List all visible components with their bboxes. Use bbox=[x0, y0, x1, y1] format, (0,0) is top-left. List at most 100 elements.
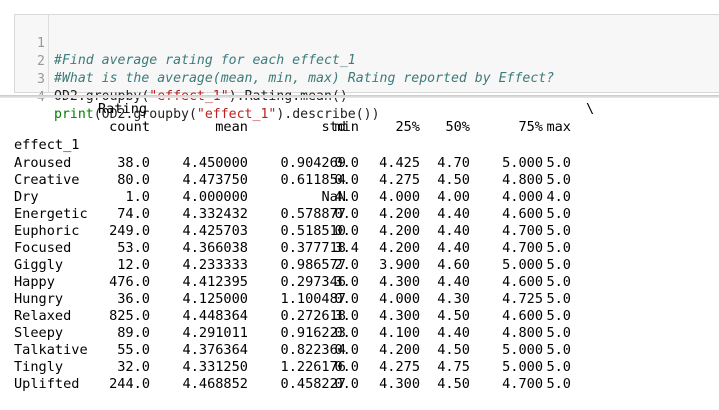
table-cell: 5.0 bbox=[546, 359, 571, 375]
table-cell: 4.300 bbox=[379, 274, 420, 290]
code-builtin: print bbox=[54, 107, 94, 122]
table-cell: 4.40 bbox=[437, 206, 470, 222]
table-cell: 4.0 bbox=[546, 189, 571, 205]
table-cell: 32.0 bbox=[117, 359, 150, 375]
table-cell: 4.300 bbox=[379, 308, 420, 324]
code-line: 1 #Find average rating for each effect_1 bbox=[15, 18, 356, 68]
column-header: 75% bbox=[518, 119, 543, 135]
table-cell: 5.0 bbox=[546, 240, 571, 256]
table-cell: 4.00 bbox=[437, 189, 470, 205]
table-cell: 4.700 bbox=[502, 223, 543, 239]
row-label: Creative bbox=[14, 172, 80, 188]
table-cell: 4.200 bbox=[379, 240, 420, 256]
row-label: Giggly bbox=[14, 257, 64, 273]
table-cell: 4.600 bbox=[502, 308, 543, 324]
table-cell: 4.50 bbox=[437, 172, 470, 188]
column-header: 50% bbox=[445, 119, 470, 135]
gutter-divider bbox=[48, 15, 49, 92]
table-cell: 4.376364 bbox=[182, 342, 248, 358]
output-index-name: effect_1 bbox=[14, 137, 79, 154]
table-cell: 5.0 bbox=[546, 376, 571, 392]
code-line: 2 #What is the average(mean, min, max) R… bbox=[15, 36, 554, 86]
table-cell: 5.0 bbox=[546, 308, 571, 324]
table-cell: 2.0 bbox=[334, 257, 359, 273]
table-cell: 0.0 bbox=[334, 206, 359, 222]
table-cell: 4.425 bbox=[379, 155, 420, 171]
column-header: count bbox=[109, 119, 150, 135]
table-cell: 4.125000 bbox=[182, 291, 248, 307]
table-cell: 36.0 bbox=[117, 291, 150, 307]
column-header: 25% bbox=[395, 119, 420, 135]
table-cell: 4.291011 bbox=[182, 325, 248, 341]
table-cell: 0.0 bbox=[334, 223, 359, 239]
row-label: Talkative bbox=[14, 342, 88, 358]
code-comment: #What is the average(mean, min, max) Rat… bbox=[54, 71, 555, 86]
row-label: Aroused bbox=[14, 155, 72, 171]
table-cell: 3.0 bbox=[334, 274, 359, 290]
table-cell: 55.0 bbox=[117, 342, 150, 358]
row-label: Sleepy bbox=[14, 325, 64, 341]
table-cell: 4.800 bbox=[502, 325, 543, 341]
row-label: Tingly bbox=[14, 359, 64, 375]
code-line: 3 OD2.groupby("effect_1").Rating.mean() bbox=[15, 54, 348, 104]
table-cell: 0.0 bbox=[334, 359, 359, 375]
table-cell: 4.331250 bbox=[182, 359, 248, 375]
table-cell: 4.40 bbox=[437, 274, 470, 290]
table-cell: 825.0 bbox=[109, 308, 150, 324]
column-header: mean bbox=[215, 119, 248, 135]
table-cell: 4.366038 bbox=[182, 240, 248, 256]
table-cell: 476.0 bbox=[109, 274, 150, 290]
column-header: min bbox=[334, 119, 359, 135]
code-comment: #Find average rating for each effect_1 bbox=[54, 53, 356, 68]
table-cell: 4.75 bbox=[437, 359, 470, 375]
row-label: Euphoric bbox=[14, 223, 80, 239]
row-label: Happy bbox=[14, 274, 55, 290]
table-cell: 89.0 bbox=[117, 325, 150, 341]
table-cell: 5.0 bbox=[546, 274, 571, 290]
table-cell: 4.473750 bbox=[182, 172, 248, 188]
table-cell: 4.200 bbox=[379, 342, 420, 358]
table-cell: 4.50 bbox=[437, 308, 470, 324]
table-cell: 74.0 bbox=[117, 206, 150, 222]
table-cell: 4.70 bbox=[437, 155, 470, 171]
table-cell: 3.4 bbox=[334, 240, 359, 256]
table-cell: 3.0 bbox=[334, 308, 359, 324]
table-cell: 4.300 bbox=[379, 376, 420, 392]
table-cell: 1.0 bbox=[125, 189, 150, 205]
table-cell: 5.0 bbox=[546, 291, 571, 307]
table-cell: 4.450000 bbox=[182, 155, 248, 171]
cell-divider bbox=[0, 95, 719, 98]
table-cell: 4.200 bbox=[379, 206, 420, 222]
table-cell: 249.0 bbox=[109, 223, 150, 239]
table-cell: 3.900 bbox=[379, 257, 420, 273]
rating-header: Rating bbox=[98, 101, 148, 117]
table-cell: 4.600 bbox=[502, 274, 543, 290]
table-cell: 4.448364 bbox=[182, 308, 248, 324]
index-name: effect_1 bbox=[14, 137, 80, 153]
table-cell: 4.50 bbox=[437, 376, 470, 392]
table-cell: 4.412395 bbox=[182, 274, 248, 290]
table-cell: 4.000 bbox=[379, 291, 420, 307]
code-cell[interactable]: 1 #Find average rating for each effect_1… bbox=[14, 14, 719, 122]
table-cell: 4.700 bbox=[502, 240, 543, 256]
table-cell: 0.0 bbox=[334, 376, 359, 392]
table-cell: 4.275 bbox=[379, 172, 420, 188]
table-cell: 4.800 bbox=[502, 172, 543, 188]
table-cell: 5.0 bbox=[546, 223, 571, 239]
table-cell: 4.332432 bbox=[182, 206, 248, 222]
table-cell: 5.0 bbox=[546, 172, 571, 188]
table-cell: 4.000000 bbox=[182, 189, 248, 205]
table-cell: 12.0 bbox=[117, 257, 150, 273]
code-line: 4 print(OD2.groupby("effect_1").describe… bbox=[15, 72, 380, 122]
table-cell: 0.0 bbox=[334, 155, 359, 171]
row-label: Uplifted bbox=[14, 376, 80, 392]
table-cell: 0.0 bbox=[334, 172, 359, 188]
table-cell: 5.000 bbox=[502, 342, 543, 358]
table-cell: 4.40 bbox=[437, 240, 470, 256]
table-cell: 4.200 bbox=[379, 223, 420, 239]
table-cell: 4.725 bbox=[502, 291, 543, 307]
table-cell: 244.0 bbox=[109, 376, 150, 392]
column-header: max bbox=[546, 119, 571, 135]
table-cell: 0.0 bbox=[334, 325, 359, 341]
table-cell: 4.000 bbox=[502, 189, 543, 205]
